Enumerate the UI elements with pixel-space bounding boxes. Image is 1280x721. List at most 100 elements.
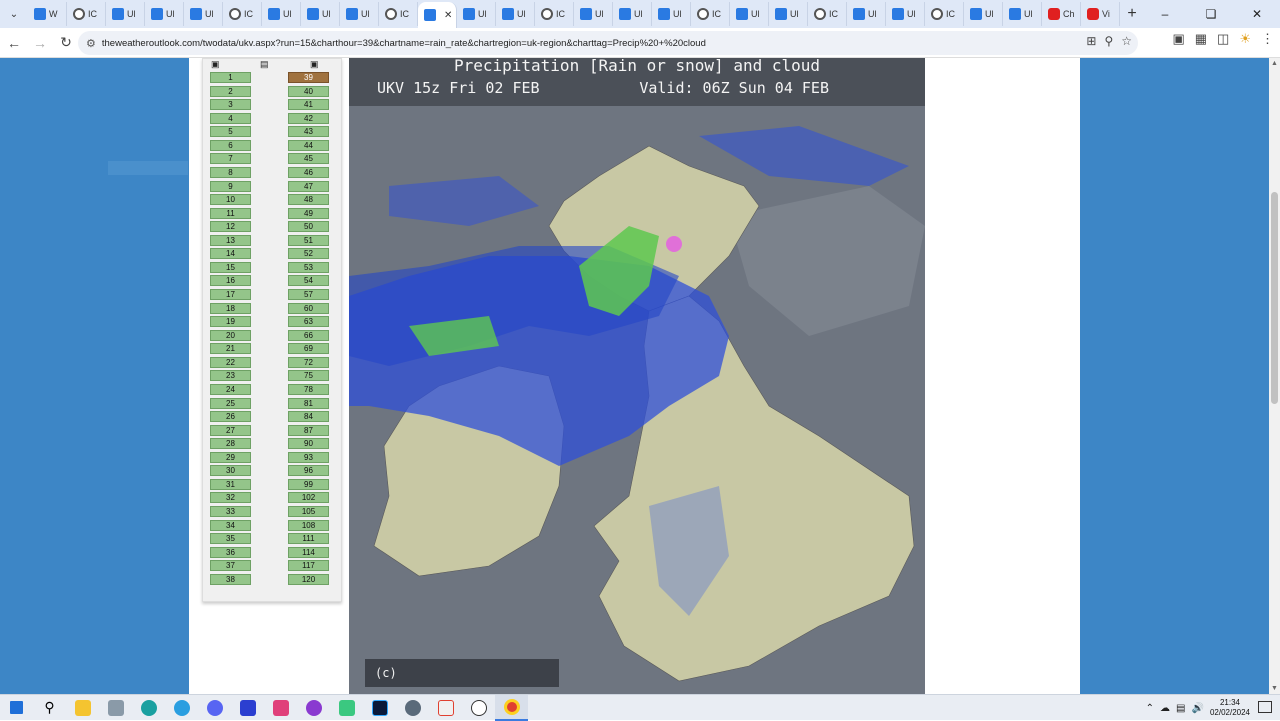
- browser-tab[interactable]: Ul: [106, 2, 145, 26]
- run-hour-link[interactable]: 13: [210, 234, 251, 246]
- tab-search-icon[interactable]: ⌄: [0, 0, 28, 28]
- run-hour-link[interactable]: 26: [210, 411, 251, 423]
- run-hour-link[interactable]: 34: [210, 519, 251, 531]
- back-icon[interactable]: ←: [2, 31, 26, 55]
- forward-icon[interactable]: →: [28, 31, 52, 55]
- page-scrollbar[interactable]: ▲ ▼: [1269, 58, 1280, 694]
- url-text[interactable]: theweatheroutlook.com/twodata/ukv.aspx?r…: [102, 38, 706, 49]
- chart-hour-link[interactable]: 96: [288, 465, 329, 477]
- chart-hour-link[interactable]: 69: [288, 343, 329, 355]
- run-hour-link[interactable]: 28: [210, 438, 251, 450]
- browser-tab[interactable]: IC: [691, 2, 730, 26]
- run-hour-link[interactable]: 21: [210, 343, 251, 355]
- browser-tab[interactable]: Ul: [496, 2, 535, 26]
- chart-hour-link[interactable]: 45: [288, 153, 329, 165]
- chart-hour-link[interactable]: 41: [288, 99, 329, 111]
- side-panel-icon[interactable]: ◫: [1217, 31, 1229, 47]
- browser-tab[interactable]: Ul: [145, 2, 184, 26]
- menu-kebab-icon[interactable]: ⋮: [1261, 31, 1274, 47]
- chart-hour-link[interactable]: 43: [288, 126, 329, 138]
- run-hour-link[interactable]: 10: [210, 194, 251, 206]
- chart-hour-link[interactable]: 51: [288, 234, 329, 246]
- search-icon[interactable]: ⚲: [33, 695, 66, 721]
- run-hour-link[interactable]: 20: [210, 329, 251, 341]
- chart-hour-link[interactable]: 81: [288, 397, 329, 409]
- run-hour-link[interactable]: 12: [210, 221, 251, 233]
- browser-tab[interactable]: IC: [808, 2, 847, 26]
- browser-tab[interactable]: IC: [67, 2, 106, 26]
- run-hour-link[interactable]: 23: [210, 370, 251, 382]
- chart-hour-link[interactable]: 93: [288, 451, 329, 463]
- browser-tab[interactable]: Ul: [964, 2, 1003, 26]
- close-window-icon[interactable]: ✕: [1234, 0, 1280, 28]
- reload-icon[interactable]: ↻: [54, 31, 78, 55]
- run-hour-link[interactable]: 3: [210, 99, 251, 111]
- run-hour-link[interactable]: 22: [210, 356, 251, 368]
- run-hour-link[interactable]: 7: [210, 153, 251, 165]
- run-hour-link[interactable]: 11: [210, 207, 251, 219]
- browser-tab[interactable]: Ul: [301, 2, 340, 26]
- chart-hour-link[interactable]: 40: [288, 85, 329, 97]
- chart-hour-link[interactable]: 111: [288, 533, 329, 545]
- run-hour-link[interactable]: 33: [210, 506, 251, 517]
- chart-hour-link[interactable]: 99: [288, 478, 329, 490]
- chart-hour-link[interactable]: 84: [288, 411, 329, 423]
- chart-hour-link[interactable]: 90: [288, 438, 329, 450]
- chart-hour-link[interactable]: 54: [288, 275, 329, 287]
- scroll-up-icon[interactable]: ▲: [1271, 60, 1278, 67]
- browser-tab[interactable]: W: [28, 2, 67, 26]
- volume-icon[interactable]: 🔊: [1192, 703, 1204, 714]
- extension-icon[interactable]: ▣: [1172, 31, 1184, 47]
- chart-hour-link[interactable]: 50: [288, 221, 329, 233]
- tray-chevron-icon[interactable]: ⌃: [1146, 703, 1154, 714]
- site-info-icon[interactable]: ⚙: [86, 37, 96, 50]
- chart-hour-link[interactable]: 114: [288, 546, 329, 558]
- chart-hour-link[interactable]: 48: [288, 194, 329, 206]
- chart-hour-link[interactable]: 47: [288, 180, 329, 192]
- browser-tab[interactable]: Ul: [613, 2, 652, 26]
- browser-tab[interactable]: ✕: [418, 2, 457, 28]
- chart-hour-link[interactable]: 44: [288, 139, 329, 151]
- app-clock-icon[interactable]: [462, 695, 495, 721]
- chart-hour-link[interactable]: 102: [288, 492, 329, 504]
- network-icon[interactable]: ▤: [1176, 703, 1185, 714]
- chart-hour-link[interactable]: 63: [288, 316, 329, 328]
- run-hour-link[interactable]: 2: [210, 85, 251, 97]
- run-hour-link[interactable]: 38: [210, 573, 251, 585]
- file-explorer-icon[interactable]: [66, 695, 99, 721]
- extensions-puzzle-icon[interactable]: ▦: [1195, 31, 1207, 47]
- app-bird-icon[interactable]: [396, 695, 429, 721]
- telegram-icon[interactable]: [165, 695, 198, 721]
- zoom-icon[interactable]: ⚲: [1104, 34, 1113, 48]
- run-hour-link[interactable]: 32: [210, 492, 251, 504]
- browser-tab[interactable]: Ul: [1003, 2, 1042, 26]
- clock[interactable]: 21:34 02/02/2024: [1210, 698, 1250, 718]
- browser-tab[interactable]: IC: [925, 2, 964, 26]
- scrollbar-thumb[interactable]: [1271, 192, 1278, 404]
- app-m-icon[interactable]: [231, 695, 264, 721]
- run-hour-link[interactable]: 6: [210, 139, 251, 151]
- app-icon[interactable]: [99, 695, 132, 721]
- run-hour-link[interactable]: 15: [210, 261, 251, 273]
- run-hour-link[interactable]: 35: [210, 533, 251, 545]
- chart-hour-link[interactable]: 108: [288, 519, 329, 531]
- browser-tab[interactable]: Ul: [730, 2, 769, 26]
- browser-tab[interactable]: Ch: [1042, 2, 1081, 26]
- app-circle-icon[interactable]: [297, 695, 330, 721]
- browser-tab[interactable]: Ul: [847, 2, 886, 26]
- chart-hour-link[interactable]: 87: [288, 424, 329, 436]
- chart-hour-link[interactable]: 60: [288, 302, 329, 314]
- chart-hour-link[interactable]: 105: [288, 506, 329, 517]
- chart-hour-link[interactable]: 120: [288, 573, 329, 585]
- chart-hour-link[interactable]: 42: [288, 112, 329, 124]
- toggle-column-icon[interactable]: ▤: [260, 59, 272, 69]
- browser-tab[interactable]: IC: [535, 2, 574, 26]
- run-hour-link[interactable]: 5: [210, 126, 251, 138]
- browser-tab[interactable]: Ul: [184, 2, 223, 26]
- new-tab-icon[interactable]: +: [1120, 5, 1144, 23]
- browser-tab[interactable]: Ul: [262, 2, 301, 26]
- run-hour-link[interactable]: 9: [210, 180, 251, 192]
- notification-icon[interactable]: [1258, 701, 1272, 713]
- run-hour-link[interactable]: 24: [210, 383, 251, 395]
- chrome-icon[interactable]: [495, 694, 528, 721]
